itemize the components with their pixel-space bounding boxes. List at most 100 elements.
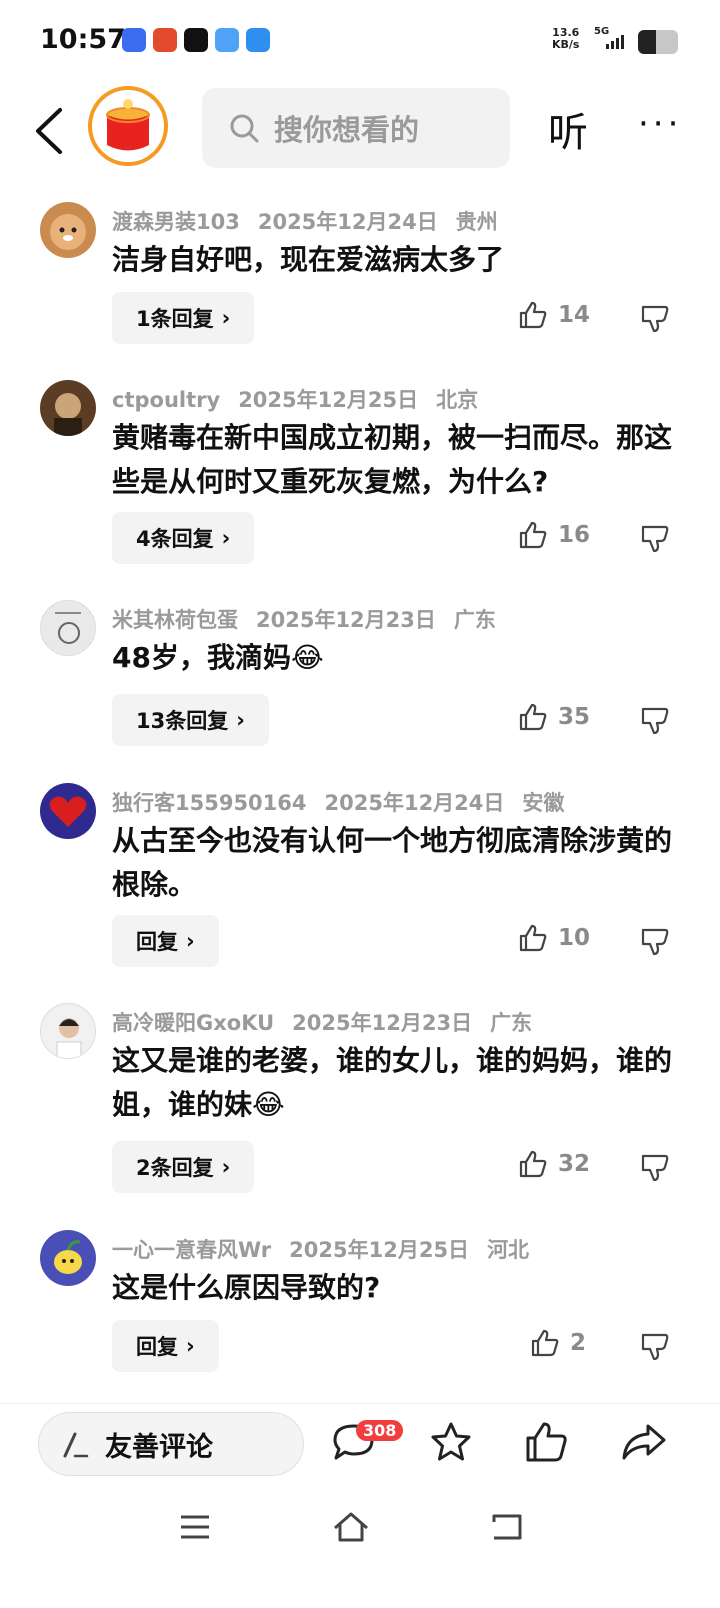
like-count: 10 (558, 925, 591, 951)
thumbs-up-icon (519, 301, 547, 329)
signal-bars-icon (606, 35, 624, 49)
mail-app-icon (246, 28, 270, 52)
comment-count-badge: 308 (356, 1420, 404, 1441)
comment-actions: 35 (0, 694, 720, 746)
like-count: 32 (558, 1151, 591, 1177)
system-nav-bar (0, 1510, 720, 1570)
comment-text: 从古至今也没有认何一个地方彻底清除涉黄的根除。 (112, 824, 673, 901)
status-time: 10:57 (40, 24, 126, 55)
star-icon[interactable] (428, 1420, 474, 1464)
like-count: 14 (558, 302, 591, 328)
search-placeholder: 搜你想看的 (274, 113, 420, 147)
back-arrow-icon[interactable] (30, 106, 70, 156)
net-speed-unit: KB/s (552, 38, 580, 51)
like-button[interactable]: 10 (518, 923, 590, 953)
like-button[interactable]: 32 (518, 1149, 590, 1179)
battery-level (638, 30, 656, 54)
thumbs-up-icon (519, 521, 547, 549)
bottom-action-bar: 友善评论 308 (0, 1404, 720, 1500)
like-button[interactable]: 14 (518, 300, 590, 330)
comment-actions: 10 (0, 915, 720, 967)
notification-icons (122, 28, 270, 52)
thumbs-up-icon (531, 1329, 559, 1357)
like-count: 35 (558, 704, 591, 730)
comment-actions: 16 (0, 512, 720, 564)
thumbs-up-icon (519, 1150, 547, 1178)
like-button[interactable]: 16 (518, 520, 590, 550)
comment-username[interactable]: 米其林荷包蛋 (112, 608, 238, 632)
like-button[interactable]: 2 (530, 1328, 586, 1358)
avatar[interactable] (40, 1003, 96, 1059)
comment-username[interactable]: 高冷暖阳GxoKU (112, 1011, 274, 1035)
home-icon[interactable] (331, 1510, 371, 1544)
comment-username[interactable]: 一心一意春风Wr (112, 1238, 271, 1262)
comment-meta: 渡森男装103 2025年12月24日 贵州 (112, 206, 516, 236)
comment-location: 贵州 (455, 210, 498, 234)
red-can-icon (106, 99, 150, 151)
comment-date: 2025年12月23日 (292, 1011, 473, 1035)
comment-input-label: 友善评论 (105, 1431, 213, 1463)
back-nav-icon[interactable] (490, 1512, 524, 1542)
comment-meta: 一心一意春风Wr 2025年12月25日 河北 (112, 1234, 547, 1264)
status-bar: 10:57 13.6 KB/s 5G (0, 0, 720, 84)
like-count: 2 (570, 1330, 587, 1356)
comment-text: 这又是谁的老婆，谁的女儿，谁的妈妈，谁的姐，谁的妹😂 (112, 1044, 673, 1121)
comment-location: 安徽 (522, 791, 565, 815)
thumbs-up-icon (519, 924, 547, 952)
more-options-button[interactable]: ··· (638, 104, 682, 144)
listen-button[interactable]: 听 (548, 100, 588, 158)
like-button[interactable]: 35 (518, 702, 590, 732)
comment-username[interactable]: ctpoultry (112, 388, 220, 412)
thumbs-down-icon[interactable] (640, 927, 670, 957)
thumbs-up-icon[interactable] (524, 1420, 570, 1464)
comment-date: 2025年12月24日 (324, 791, 505, 815)
avatar[interactable] (40, 202, 96, 258)
cloud-app-icon (215, 28, 239, 52)
comment-meta: 米其林荷包蛋 2025年12月23日 广东 (112, 604, 514, 634)
channel-logo[interactable] (88, 86, 168, 166)
thumbs-down-icon[interactable] (640, 706, 670, 736)
comment-actions: 14 (0, 292, 720, 344)
share-arrow-icon[interactable] (620, 1420, 668, 1464)
battery-icon (638, 30, 678, 54)
net-speed: 13.6 KB/s (552, 27, 579, 51)
comment-text: 洁身自好吧，现在爱滋病太多了 (112, 243, 505, 276)
comment-actions: 32 (0, 1141, 720, 1193)
pen-icon (63, 1432, 89, 1458)
game-app-icon (153, 28, 177, 52)
comment-text: 这是什么原因导致的? (112, 1271, 381, 1304)
baidu-app-icon (122, 28, 146, 52)
top-bar: 搜你想看的 听 ··· (0, 84, 720, 184)
comment-text: 48岁，我滴妈😂 (112, 641, 324, 674)
comment-date: 2025年12月25日 (238, 388, 419, 412)
comment-actions: 2 (0, 1320, 720, 1372)
comment-location: 北京 (436, 388, 479, 412)
menu-icon[interactable] (178, 1512, 212, 1542)
search-box[interactable]: 搜你想看的 (202, 88, 510, 168)
avatar[interactable] (40, 380, 96, 436)
comment-text: 黄赌毒在新中国成立初期，被一扫而尽。那这些是从何时又重死灰复燃，为什么? (112, 421, 673, 498)
avatar[interactable] (40, 783, 96, 839)
comment-location: 广东 (490, 1011, 533, 1035)
like-count: 16 (558, 522, 591, 548)
comment-input[interactable]: 友善评论 (38, 1412, 304, 1476)
thumbs-down-icon[interactable] (640, 1153, 670, 1183)
comment-date: 2025年12月24日 (257, 210, 438, 234)
comment-username[interactable]: 渡森男装103 (112, 210, 240, 234)
comment-date: 2025年12月23日 (256, 608, 436, 632)
avatar[interactable] (40, 1230, 96, 1286)
comment-location: 河北 (487, 1238, 530, 1262)
thumbs-down-icon[interactable] (640, 524, 670, 554)
thumbs-up-icon (519, 703, 547, 731)
comment-meta: ctpoultry 2025年12月25日 北京 (112, 384, 496, 414)
comment-username[interactable]: 独行客155950164 (112, 791, 307, 815)
comment-location: 广东 (453, 608, 496, 632)
comment-meta: 高冷暖阳GxoKU 2025年12月23日 广东 (112, 1007, 550, 1037)
thumbs-down-icon[interactable] (640, 1332, 670, 1362)
comment-meta: 独行客155950164 2025年12月24日 安徽 (112, 787, 582, 817)
comment-date: 2025年12月25日 (289, 1238, 470, 1262)
search-icon (230, 114, 259, 143)
thumbs-down-icon[interactable] (640, 304, 670, 334)
tiktok-app-icon (184, 28, 208, 52)
avatar[interactable] (40, 600, 96, 656)
